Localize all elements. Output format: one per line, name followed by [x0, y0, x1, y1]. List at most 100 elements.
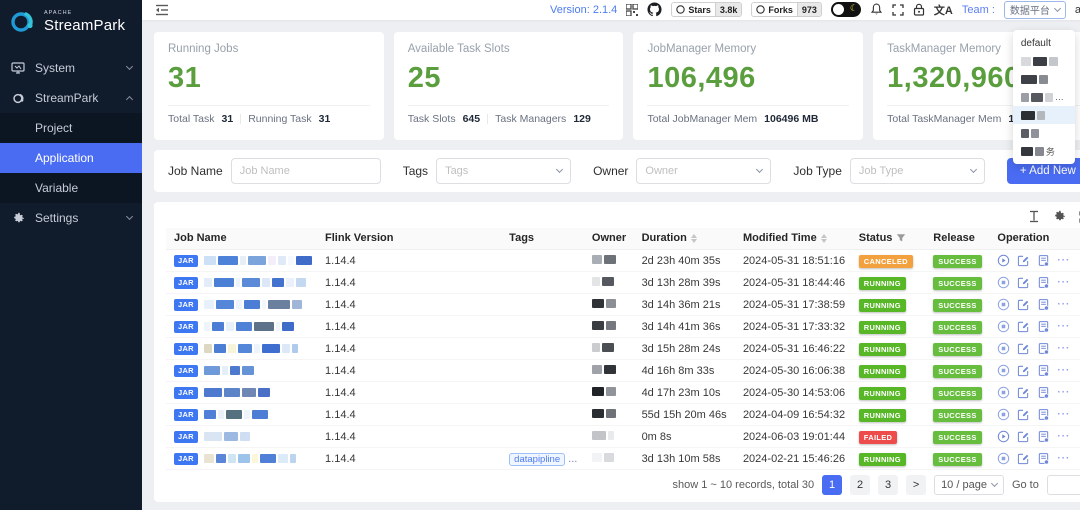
start-job-icon[interactable] [997, 430, 1010, 443]
stat-card-footer: Total JobManager Mem106496 MB [647, 105, 849, 125]
sidebar-item-project[interactable]: Project [0, 113, 142, 143]
start-job-icon[interactable] [997, 254, 1010, 267]
job-name-input-field[interactable] [240, 165, 372, 177]
sidebar-item-system[interactable]: System [0, 53, 142, 83]
stat-card-footer: Task Slots645Task Managers129 [408, 105, 610, 125]
cancel-job-icon[interactable] [997, 452, 1010, 465]
job-detail-icon[interactable] [1037, 342, 1050, 355]
column-header-status[interactable]: Status [851, 228, 925, 250]
job-detail-icon[interactable] [1037, 386, 1050, 399]
edit-job-icon[interactable] [1017, 408, 1030, 421]
job-type-select[interactable]: Job Type [850, 158, 985, 184]
cancel-job-icon[interactable] [997, 276, 1010, 289]
cell-operation: ··· [989, 294, 1080, 316]
jar-badge: JAR [174, 255, 198, 267]
page-button-3[interactable]: 3 [878, 475, 898, 495]
more-actions-icon[interactable]: ··· [1057, 255, 1070, 266]
column-label: Owner [592, 232, 626, 244]
cell-tags [501, 272, 584, 294]
more-actions-icon[interactable]: ··· [1057, 409, 1070, 420]
edit-job-icon[interactable] [1017, 320, 1030, 333]
more-actions-icon[interactable]: ··· [1057, 321, 1070, 332]
table-settings-gear-icon[interactable] [1053, 210, 1066, 223]
job-name-input[interactable] [231, 158, 381, 184]
sidebar-item-variable[interactable]: Variable [0, 173, 142, 203]
github-forks-badge[interactable]: Forks 973 [751, 2, 822, 17]
lock-icon[interactable] [913, 3, 925, 16]
more-actions-icon[interactable]: ··· [1057, 387, 1070, 398]
more-actions-icon[interactable]: ··· [1057, 453, 1070, 464]
job-detail-icon[interactable] [1037, 408, 1050, 421]
sidebar-item-streampark[interactable]: StreamPark [0, 83, 142, 113]
cell-duration: 3d 14h 41m 36s [634, 316, 735, 338]
page-size-select[interactable]: 10 / page [934, 475, 1004, 495]
dark-mode-toggle[interactable]: ☾ [831, 2, 861, 17]
cancel-job-icon[interactable] [997, 342, 1010, 355]
page-button-2[interactable]: 2 [850, 475, 870, 495]
edit-job-icon[interactable] [1017, 342, 1030, 355]
chevron-down-icon [556, 165, 563, 172]
sidebar-item-label: Application [35, 151, 132, 165]
github-stars-badge[interactable]: Stars 3.8k [671, 2, 742, 17]
more-actions-icon[interactable]: ··· [1057, 365, 1070, 376]
sidebar-item-application[interactable]: Application [0, 143, 142, 173]
job-detail-icon[interactable] [1037, 298, 1050, 311]
goto-page-input[interactable] [1047, 475, 1080, 495]
team-option-redacted-4[interactable] [1013, 106, 1075, 124]
job-detail-icon[interactable] [1037, 254, 1050, 267]
column-label: Modified Time [743, 232, 817, 244]
sort-icon[interactable] [821, 234, 827, 243]
column-header-duration[interactable]: Duration [634, 228, 735, 250]
more-actions-icon[interactable]: ··· [1057, 277, 1070, 288]
edit-job-icon[interactable] [1017, 276, 1030, 289]
next-page-button[interactable]: > [906, 475, 926, 495]
tag-chip[interactable]: datapipline [509, 453, 565, 466]
team-option-redacted-5[interactable] [1013, 124, 1075, 142]
job-detail-icon[interactable] [1037, 452, 1050, 465]
edit-job-icon[interactable] [1017, 452, 1030, 465]
owner-select[interactable]: Owner [636, 158, 771, 184]
release-badge: SUCCESS [933, 321, 981, 334]
team-select[interactable]: 数据平台 [1004, 1, 1066, 19]
job-detail-icon[interactable] [1037, 276, 1050, 289]
edit-job-icon[interactable] [1017, 254, 1030, 267]
cell-flink-version: 1.14.4 [317, 382, 501, 404]
cancel-job-icon[interactable] [997, 320, 1010, 333]
more-actions-icon[interactable]: ··· [1057, 299, 1070, 310]
menu-fold-icon[interactable] [155, 4, 169, 16]
edit-job-icon[interactable] [1017, 364, 1030, 377]
cancel-job-icon[interactable] [997, 364, 1010, 377]
streampark-logo[interactable]: APACHE StreamPark [0, 0, 142, 45]
filter-funnel-icon[interactable] [896, 233, 906, 243]
job-detail-icon[interactable] [1037, 430, 1050, 443]
cancel-job-icon[interactable] [997, 298, 1010, 311]
cancel-job-icon[interactable] [997, 386, 1010, 399]
team-option-redacted-6[interactable]: 务 [1013, 142, 1075, 160]
team-option-redacted-3[interactable]: … [1013, 88, 1075, 106]
edit-job-icon[interactable] [1017, 298, 1030, 311]
job-detail-icon[interactable] [1037, 364, 1050, 377]
cancel-job-icon[interactable] [997, 408, 1010, 421]
sort-icon[interactable] [691, 234, 697, 243]
cell-owner [584, 338, 634, 360]
column-height-icon[interactable] [1028, 210, 1040, 223]
team-option-default[interactable]: default [1013, 34, 1075, 52]
fullscreen-icon[interactable] [892, 4, 904, 16]
tags-select[interactable]: Tags [436, 158, 571, 184]
more-actions-icon[interactable]: ··· [1057, 431, 1070, 442]
notifications-bell-icon[interactable] [870, 3, 883, 16]
jar-badge: JAR [174, 453, 198, 465]
job-detail-icon[interactable] [1037, 320, 1050, 333]
qrcode-icon[interactable] [626, 4, 638, 16]
page-button-1[interactable]: 1 [822, 475, 842, 495]
team-option-redacted-1[interactable] [1013, 52, 1075, 70]
more-actions-icon[interactable]: ··· [1057, 343, 1070, 354]
sidebar-item-settings[interactable]: Settings [0, 203, 142, 233]
team-option-redacted-2[interactable] [1013, 70, 1075, 88]
edit-job-icon[interactable] [1017, 386, 1030, 399]
github-icon[interactable] [647, 2, 662, 17]
column-header-modified-time[interactable]: Modified Time [735, 228, 851, 250]
edit-job-icon[interactable] [1017, 430, 1030, 443]
version-link[interactable]: Version: 2.1.4 [550, 4, 617, 16]
translate-icon[interactable]: 文A [934, 2, 953, 18]
